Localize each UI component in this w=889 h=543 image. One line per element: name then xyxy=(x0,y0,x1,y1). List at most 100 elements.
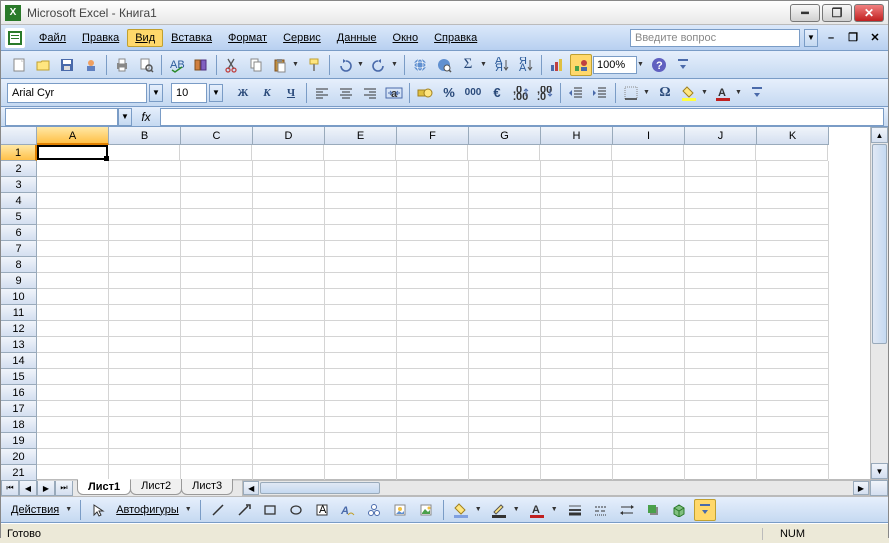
cell-A10[interactable] xyxy=(37,289,109,305)
fx-label[interactable]: fx xyxy=(132,110,160,124)
cell-D20[interactable] xyxy=(253,449,325,465)
cell-B3[interactable] xyxy=(109,177,181,193)
cell-C1[interactable] xyxy=(180,145,252,161)
menu-данные[interactable]: Данные xyxy=(329,29,385,47)
row-header-20[interactable]: 20 xyxy=(1,449,37,465)
cell-E11[interactable] xyxy=(325,305,397,321)
comma-button[interactable]: 000 xyxy=(462,82,484,104)
cell-H2[interactable] xyxy=(541,161,613,177)
cell-F1[interactable] xyxy=(396,145,468,161)
cell-I4[interactable] xyxy=(613,193,685,209)
cell-G4[interactable] xyxy=(469,193,541,209)
cell-B20[interactable] xyxy=(109,449,181,465)
cell-A13[interactable] xyxy=(37,337,109,353)
column-header-J[interactable]: J xyxy=(685,127,757,145)
cell-E13[interactable] xyxy=(325,337,397,353)
cell-J7[interactable] xyxy=(685,241,757,257)
align-center-button[interactable] xyxy=(335,82,357,104)
format-painter-button[interactable] xyxy=(303,54,325,76)
cell-E8[interactable] xyxy=(325,257,397,273)
cell-C12[interactable] xyxy=(181,321,253,337)
row-header-1[interactable]: 1 xyxy=(1,145,37,161)
cell-E5[interactable] xyxy=(325,209,397,225)
cell-E12[interactable] xyxy=(325,321,397,337)
row-header-11[interactable]: 11 xyxy=(1,305,37,321)
cell-B12[interactable] xyxy=(109,321,181,337)
toolbar-options-button[interactable] xyxy=(672,54,694,76)
menu-окно[interactable]: Окно xyxy=(385,29,427,47)
cell-G17[interactable] xyxy=(469,401,541,417)
cell-H16[interactable] xyxy=(541,385,613,401)
cell-A4[interactable] xyxy=(37,193,109,209)
close-button[interactable]: ✕ xyxy=(854,4,884,22)
cell-I16[interactable] xyxy=(613,385,685,401)
research-button[interactable] xyxy=(190,54,212,76)
cell-D14[interactable] xyxy=(253,353,325,369)
menu-справка[interactable]: Справка xyxy=(426,29,485,47)
decrease-decimal-button[interactable]: ,00,0 xyxy=(534,82,556,104)
row-header-21[interactable]: 21 xyxy=(1,465,37,481)
cell-G18[interactable] xyxy=(469,417,541,433)
cell-D6[interactable] xyxy=(253,225,325,241)
cell-G11[interactable] xyxy=(469,305,541,321)
cell-C16[interactable] xyxy=(181,385,253,401)
cell-H21[interactable] xyxy=(541,465,613,481)
cell-H18[interactable] xyxy=(541,417,613,433)
align-left-button[interactable] xyxy=(311,82,333,104)
cell-F13[interactable] xyxy=(397,337,469,353)
cell-B18[interactable] xyxy=(109,417,181,433)
cell-G7[interactable] xyxy=(469,241,541,257)
cell-F14[interactable] xyxy=(397,353,469,369)
cell-I8[interactable] xyxy=(613,257,685,273)
sheet-tab-2[interactable]: Лист2 xyxy=(130,479,182,495)
cell-E15[interactable] xyxy=(325,369,397,385)
fill-color-draw-button[interactable] xyxy=(450,499,472,521)
font-color-dropdown[interactable]: ▼ xyxy=(735,89,745,96)
column-header-E[interactable]: E xyxy=(325,127,397,145)
row-header-14[interactable]: 14 xyxy=(1,353,37,369)
cell-F3[interactable] xyxy=(397,177,469,193)
scroll-right-button[interactable]: ▶ xyxy=(853,481,869,495)
cell-K1[interactable] xyxy=(756,145,828,161)
cell-C7[interactable] xyxy=(181,241,253,257)
horizontal-scrollbar[interactable]: ◀ ▶ xyxy=(242,480,870,496)
cell-B4[interactable] xyxy=(109,193,181,209)
symbol-button[interactable]: Ω xyxy=(654,82,676,104)
cell-E17[interactable] xyxy=(325,401,397,417)
cell-H5[interactable] xyxy=(541,209,613,225)
italic-button[interactable]: К xyxy=(256,82,278,104)
redo-dropdown[interactable]: ▼ xyxy=(391,61,401,68)
menu-вид[interactable]: Вид xyxy=(127,29,163,47)
cell-B10[interactable] xyxy=(109,289,181,305)
cell-E6[interactable] xyxy=(325,225,397,241)
cell-F4[interactable] xyxy=(397,193,469,209)
font-size-dropdown[interactable]: ▼ xyxy=(209,84,223,102)
cell-B15[interactable] xyxy=(109,369,181,385)
cell-D7[interactable] xyxy=(253,241,325,257)
format-toolbar-options-button[interactable] xyxy=(746,82,768,104)
doc-restore-button[interactable]: ❐ xyxy=(844,30,862,46)
cell-K8[interactable] xyxy=(757,257,829,273)
cell-A15[interactable] xyxy=(37,369,109,385)
cell-H13[interactable] xyxy=(541,337,613,353)
find-button[interactable] xyxy=(433,54,455,76)
cell-F18[interactable] xyxy=(397,417,469,433)
cell-B1[interactable] xyxy=(108,145,180,161)
cell-G19[interactable] xyxy=(469,433,541,449)
paste-dropdown[interactable]: ▼ xyxy=(292,61,302,68)
cell-F16[interactable] xyxy=(397,385,469,401)
vertical-scroll-thumb[interactable] xyxy=(872,144,887,344)
open-button[interactable] xyxy=(32,54,54,76)
picture-button[interactable] xyxy=(415,499,437,521)
cell-K10[interactable] xyxy=(757,289,829,305)
cell-H7[interactable] xyxy=(541,241,613,257)
row-header-16[interactable]: 16 xyxy=(1,385,37,401)
select-objects-button[interactable] xyxy=(87,499,109,521)
cell-H11[interactable] xyxy=(541,305,613,321)
cell-H17[interactable] xyxy=(541,401,613,417)
cell-D16[interactable] xyxy=(253,385,325,401)
line-style-button[interactable] xyxy=(564,499,586,521)
cell-H4[interactable] xyxy=(541,193,613,209)
cell-F20[interactable] xyxy=(397,449,469,465)
cell-E19[interactable] xyxy=(325,433,397,449)
